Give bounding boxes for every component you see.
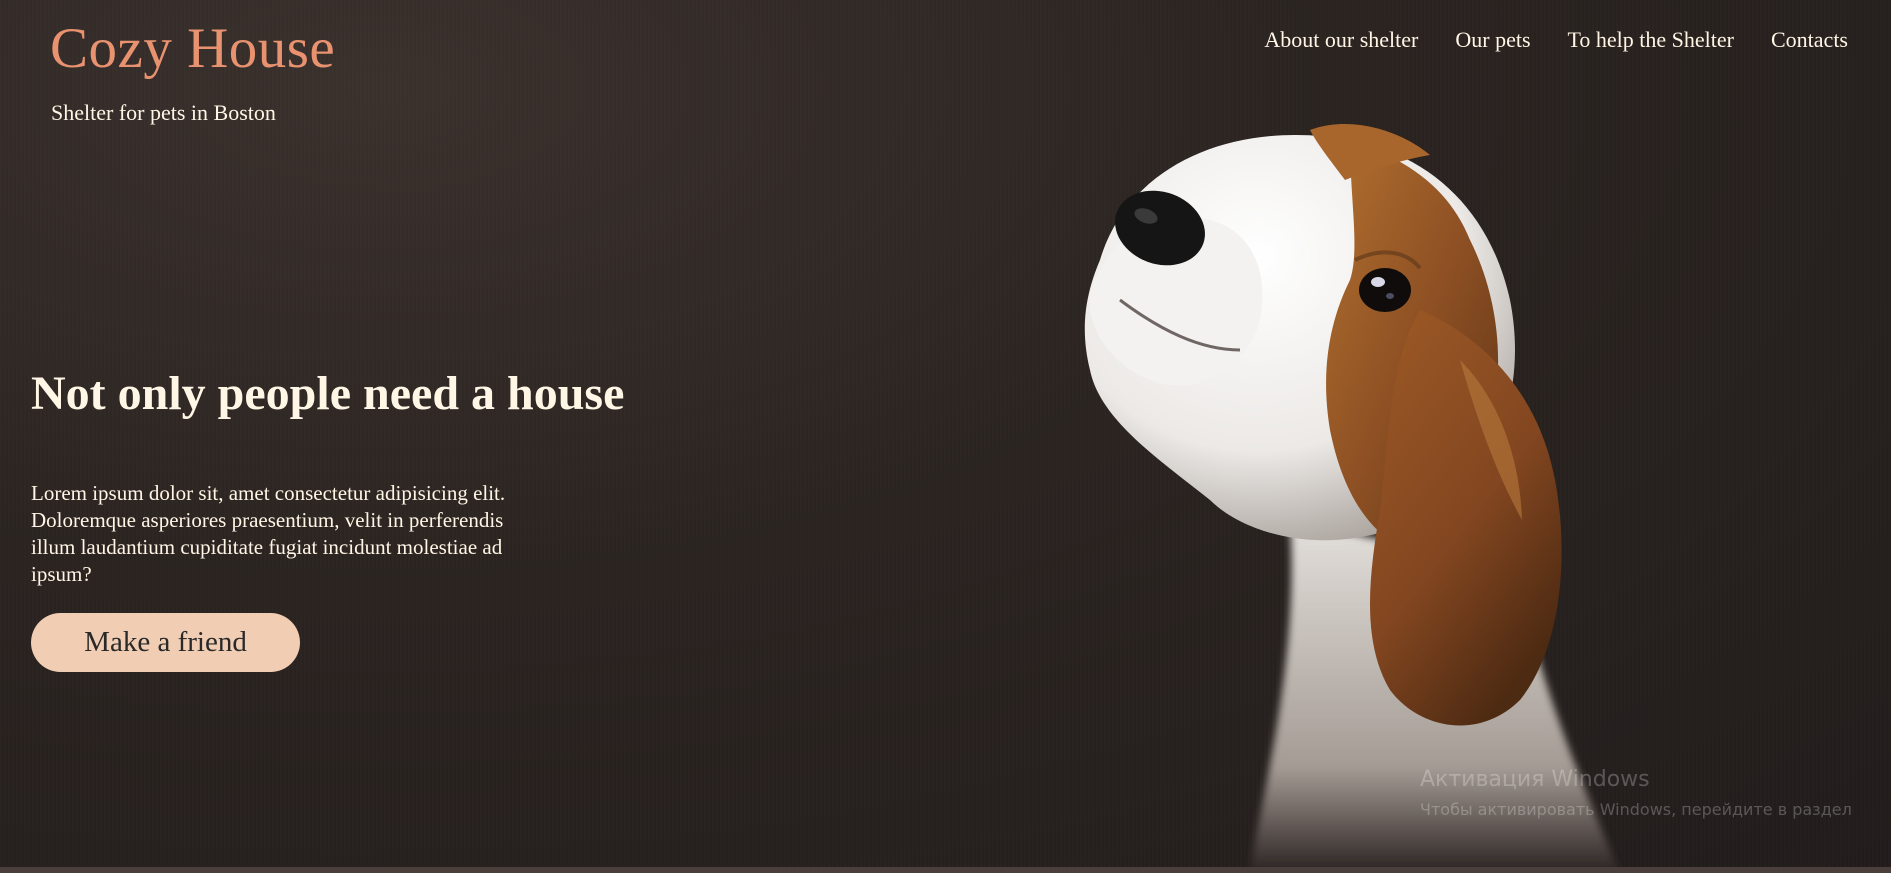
watermark-title: Активация Windows xyxy=(1420,767,1650,792)
hero-title: Not only people need a house xyxy=(31,367,625,420)
nav-link-about[interactable]: About our shelter xyxy=(1264,27,1418,53)
main-navigation: About our shelter Our pets To help the S… xyxy=(1264,27,1848,53)
bottom-border xyxy=(0,867,1891,873)
puppy-image xyxy=(1084,124,1620,873)
nav-link-contacts[interactable]: Contacts xyxy=(1771,27,1848,53)
site-logo[interactable]: Cozy House xyxy=(50,17,335,81)
nav-link-help[interactable]: To help the Shelter xyxy=(1568,27,1734,53)
site-subtitle: Shelter for pets in Boston xyxy=(51,100,276,125)
hero-description: Lorem ipsum dolor sit, amet consectetur … xyxy=(31,481,506,586)
windows-activation-watermark: Активация Windows Чтобы активировать Win… xyxy=(1420,767,1852,819)
nav-link-pets[interactable]: Our pets xyxy=(1455,27,1530,53)
watermark-text: Чтобы активировать Windows, перейдите в … xyxy=(1420,800,1852,819)
make-a-friend-button[interactable]: Make a friend xyxy=(31,613,300,672)
